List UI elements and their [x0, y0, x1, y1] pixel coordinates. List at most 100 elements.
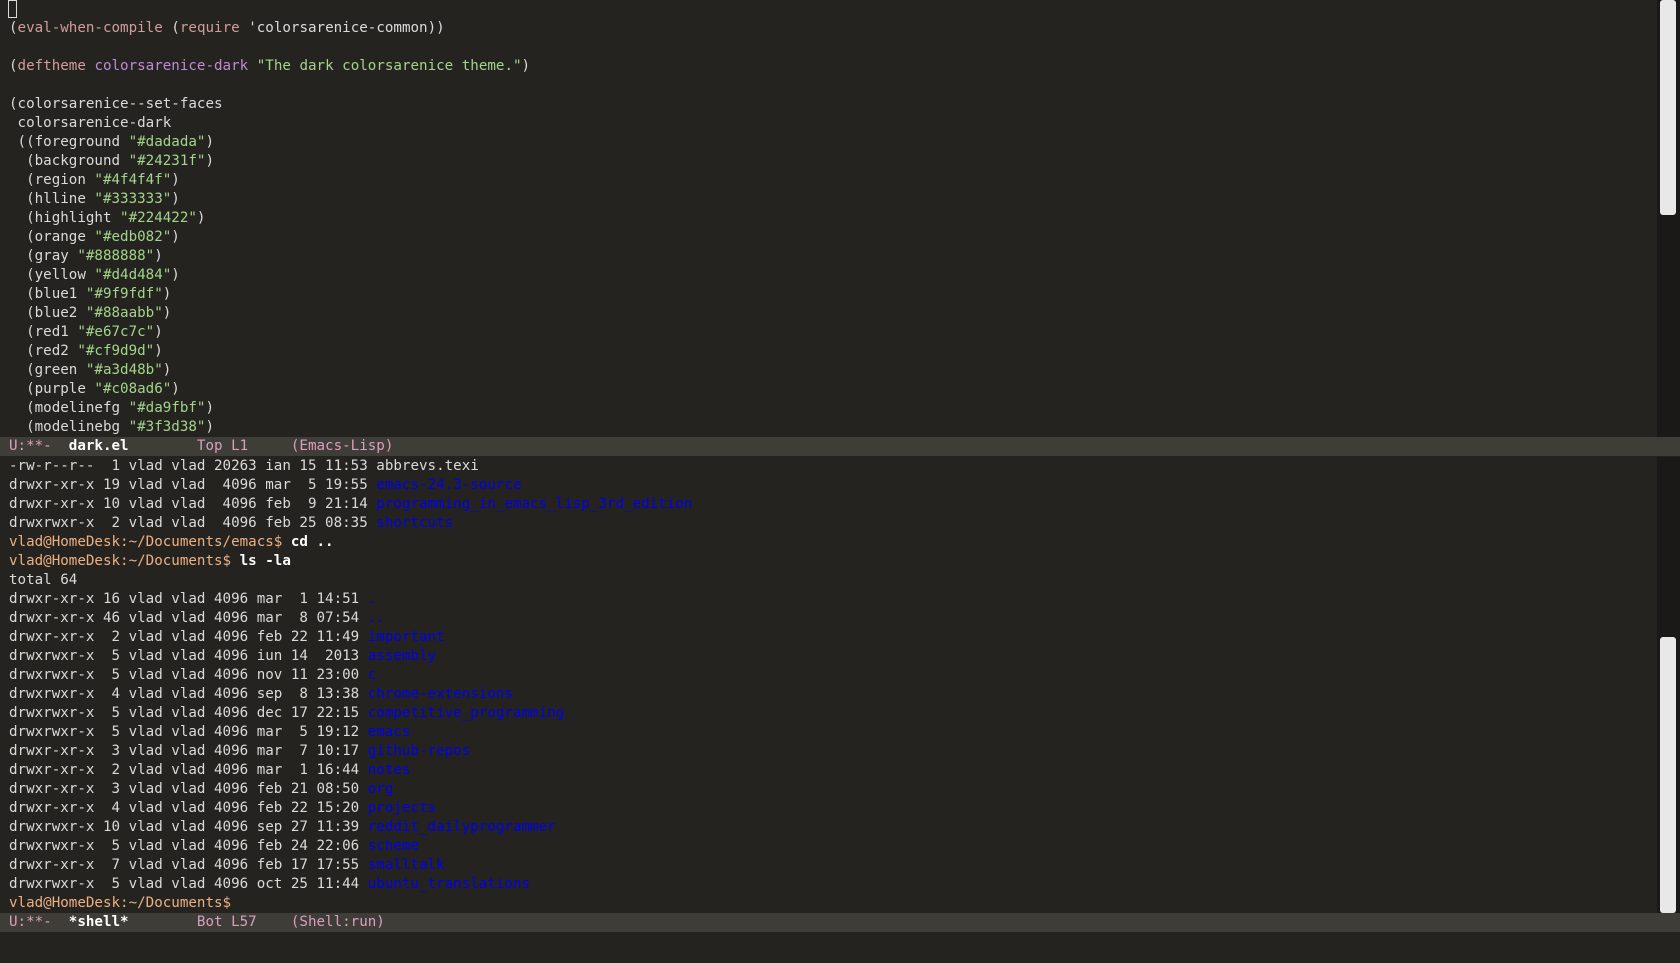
text-token: drwxrwxr-x 10 vlad vlad 4096 sep 27 11:3… — [9, 819, 368, 835]
directory-link[interactable]: assembly — [368, 648, 436, 664]
text-token: ) — [171, 267, 180, 283]
directory-link[interactable]: .. — [368, 610, 385, 626]
text-token: ) — [196, 210, 206, 226]
shell-buffer[interactable]: -rw-r--r-- 1 vlad vlad 20263 ian 15 11:5… — [0, 457, 1657, 914]
text-cursor — [8, 0, 17, 18]
code-line: (yellow "#d4d484") — [0, 266, 1657, 285]
symbol-token: colorsarenice-dark — [94, 58, 249, 74]
string-token: "#da9fbf" — [128, 400, 206, 416]
modeline-mode[interactable]: (Emacs-Lisp) — [291, 438, 394, 454]
shell-output-line: drwxr-xr-x 2 vlad vlad 4096 mar 1 16:44 … — [0, 761, 1657, 780]
shell-scroll-thumb[interactable] — [1660, 637, 1676, 913]
directory-link[interactable]: chrome-extensions — [368, 686, 513, 702]
text-token: drwxrwxr-x 5 vlad vlad 4096 oct 25 11:44 — [9, 876, 368, 892]
text-token: 'colorsarenice-common)) — [239, 20, 445, 36]
code-line: (red2 "#cf9d9d") — [0, 342, 1657, 361]
shell-scrollbar[interactable] — [1657, 457, 1680, 913]
directory-link[interactable]: ubuntu_translations — [368, 876, 530, 892]
shell-output-line: drwxr-xr-x 7 vlad vlad 4096 feb 17 17:55… — [0, 856, 1657, 875]
shell-output-line: drwxr-xr-x 2 vlad vlad 4096 feb 22 11:49… — [0, 628, 1657, 647]
text-token: drwxrwxr-x 5 vlad vlad 4096 mar 5 19:12 — [9, 724, 368, 740]
directory-link[interactable]: emacs-24.3-source — [376, 477, 521, 493]
directory-link[interactable]: c — [368, 667, 377, 683]
string-token: "#88aabb" — [85, 305, 163, 321]
directory-link[interactable]: github-repos — [368, 743, 471, 759]
text-token: drwxr-xr-x 3 vlad vlad 4096 mar 7 10:17 — [9, 743, 368, 759]
echo-area — [9, 932, 1657, 951]
string-token: "#edb082" — [94, 229, 172, 245]
text-token: (red2 — [9, 343, 78, 359]
text-token: (blue2 — [9, 305, 86, 321]
keyword-token: require — [179, 20, 240, 36]
text-token: ) — [171, 191, 180, 207]
modeline-buffer-name[interactable]: *shell* — [69, 914, 129, 930]
editor-modeline: U:**- dark.el Top L1 (Emacs-Lisp) — [0, 437, 1680, 456]
string-token: "#e67c7c" — [77, 324, 155, 340]
string-token: "#c08ad6" — [94, 381, 172, 397]
shell-output-line: total 64 — [0, 571, 1657, 590]
text-token: ) — [171, 172, 180, 188]
text-token: drwxr-xr-x 7 vlad vlad 4096 feb 17 17:55 — [9, 857, 368, 873]
editor-scrollbar[interactable] — [1657, 0, 1680, 437]
text-token: (modelinebg — [9, 419, 129, 435]
directory-link[interactable]: important — [368, 629, 445, 645]
text-token: (hlline — [9, 191, 95, 207]
editor-scroll-thumb[interactable] — [1660, 0, 1676, 215]
shell-output-line: -rw-r--r-- 1 vlad vlad 20263 ian 15 11:5… — [0, 457, 1657, 476]
text-token: ) — [205, 400, 215, 416]
text-token: total 64 — [9, 572, 78, 588]
shell-output-line: drwxrwxr-x 5 vlad vlad 4096 oct 25 11:44… — [0, 875, 1657, 894]
directory-link[interactable]: competitive_programming — [368, 705, 564, 721]
text-token: ) — [521, 58, 531, 74]
directory-link[interactable]: org — [368, 781, 394, 797]
editor-buffer[interactable]: (eval-when-compile (require 'colorsareni… — [0, 0, 1657, 437]
string-token: "#a3d48b" — [85, 362, 163, 378]
text-token: ) — [171, 229, 180, 245]
shell-output-line: vlad@HomeDesk:~/Documents/emacs$ cd .. — [0, 533, 1657, 552]
editor-lines: (eval-when-compile (require 'colorsareni… — [0, 19, 1657, 437]
minibuffer[interactable] — [0, 932, 1680, 963]
code-line: (region "#4f4f4f") — [0, 171, 1657, 190]
text-token: drwxr-xr-x 2 vlad vlad 4096 mar 1 16:44 — [9, 762, 368, 778]
directory-link[interactable]: smalltalk — [368, 857, 445, 873]
directory-link[interactable]: emacs — [368, 724, 411, 740]
shell-output-line: drwxr-xr-x 16 vlad vlad 4096 mar 1 14:51… — [0, 590, 1657, 609]
text-token: ) — [205, 134, 215, 150]
text-token: drwxr-xr-x 4 vlad vlad 4096 feb 22 15:20 — [9, 800, 368, 816]
shell-modeline: U:**- *shell* Bot L57 (Shell:run) — [0, 913, 1680, 932]
string-token: "#4f4f4f" — [94, 172, 172, 188]
directory-link[interactable]: scheme — [368, 838, 419, 854]
cursor-line — [0, 0, 1657, 19]
directory-link[interactable]: shortcuts — [376, 515, 453, 531]
modeline-status: U:**- — [9, 438, 69, 454]
text-token: drwxr-xr-x 46 vlad vlad 4096 mar 8 07:54 — [9, 610, 368, 626]
modeline-mode[interactable]: (Shell:run) — [291, 914, 385, 930]
code-line: (highlight "#224422") — [0, 209, 1657, 228]
shell-output-line: drwxrwxr-x 10 vlad vlad 4096 sep 27 11:3… — [0, 818, 1657, 837]
shell-output-line: drwxr-xr-x 3 vlad vlad 4096 mar 7 10:17 … — [0, 742, 1657, 761]
text-token: ( — [9, 58, 18, 74]
text-token: (region — [9, 172, 95, 188]
directory-link[interactable]: reddit_dailyprogrammer — [368, 819, 556, 835]
text-token: drwxr-xr-x 3 vlad vlad 4096 feb 21 08:50 — [9, 781, 368, 797]
string-token: "#cf9d9d" — [77, 343, 155, 359]
shell-command: cd .. — [290, 534, 334, 550]
modeline-buffer-name[interactable]: dark.el — [69, 438, 129, 454]
string-token: "#3f3d38" — [128, 419, 206, 435]
text-token: (green — [9, 362, 86, 378]
text-token: -rw-r--r-- 1 vlad vlad 20263 ian 15 11:5… — [9, 458, 479, 474]
text-token: ((foreground — [9, 134, 129, 150]
shell-output-line: drwxrwxr-x 5 vlad vlad 4096 feb 24 22:06… — [0, 837, 1657, 856]
directory-link[interactable]: notes — [368, 762, 411, 778]
shell-output-line: vlad@HomeDesk:~/Documents$ ls -la — [0, 552, 1657, 571]
directory-link[interactable]: projects — [368, 800, 436, 816]
shell-output-line: drwxrwxr-x 2 vlad vlad 4096 feb 25 08:35… — [0, 514, 1657, 533]
code-line: (modelinebg "#3f3d38") — [0, 418, 1657, 437]
text-token: drwxrwxr-x 5 vlad vlad 4096 iun 14 2013 — [9, 648, 368, 664]
code-line: (purple "#c08ad6") — [0, 380, 1657, 399]
shell-output-line: drwxrwxr-x 5 vlad vlad 4096 iun 14 2013 … — [0, 647, 1657, 666]
text-token: drwxr-xr-x 19 vlad vlad 4096 mar 5 19:55 — [9, 477, 377, 493]
directory-link[interactable]: . — [368, 591, 377, 607]
directory-link[interactable]: programming_in_emacs_lisp_3rd_edition — [376, 496, 692, 512]
